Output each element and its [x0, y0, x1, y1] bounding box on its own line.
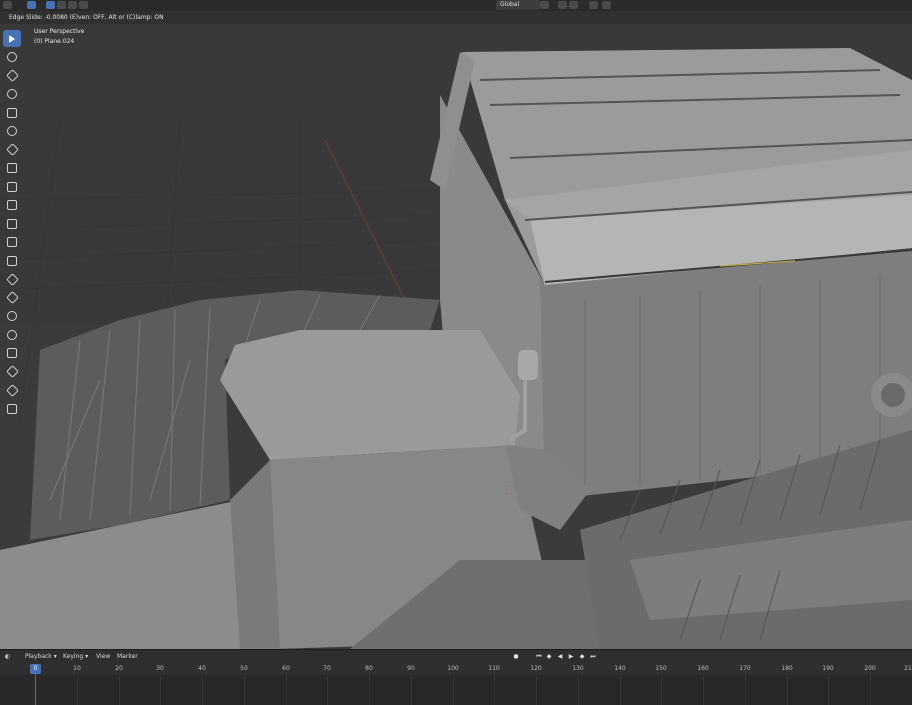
loop-cut-icon[interactable]: [3, 252, 21, 269]
grid-line: [119, 675, 120, 705]
tick-label: 60: [282, 665, 290, 672]
tick-label: 130: [572, 665, 584, 672]
move-icon[interactable]: [3, 67, 21, 84]
next-keyframe-icon[interactable]: ◆: [578, 653, 586, 661]
grid-line: [787, 675, 788, 705]
tick-label: 10: [73, 665, 81, 672]
view-menu[interactable]: View: [96, 650, 110, 664]
playback-menu[interactable]: Playback ▾: [25, 650, 57, 664]
grid-line: [661, 675, 662, 705]
cursor-icon[interactable]: [3, 49, 21, 66]
spin-icon[interactable]: [3, 308, 21, 325]
playhead-line[interactable]: [35, 674, 36, 705]
marker-menu[interactable]: Marker: [117, 650, 138, 664]
3d-viewport[interactable]: User Perspective (0) Plane.024: [0, 24, 912, 649]
grid-line: [620, 675, 621, 705]
tick-label: 110: [488, 665, 500, 672]
editor-type-icon[interactable]: [3, 1, 12, 9]
edge-select-icon[interactable]: [57, 1, 66, 9]
tick-label: 21: [904, 665, 912, 672]
tick-label: 170: [739, 665, 751, 672]
shrink-fatten-icon[interactable]: [3, 363, 21, 380]
operator-status: Edge Slide: -0.0080 (E)ven: OFF, Alt or …: [0, 11, 912, 24]
tick-label: 20: [115, 665, 123, 672]
scene-render: [0, 24, 912, 649]
tick-label: 200: [864, 665, 876, 672]
grid-line: [77, 675, 78, 705]
tick-label: 180: [781, 665, 793, 672]
knife-icon[interactable]: [3, 271, 21, 288]
current-frame-indicator[interactable]: 0: [30, 664, 41, 674]
grid-line: [828, 675, 829, 705]
prev-keyframe-icon[interactable]: ◆: [545, 653, 553, 661]
grid-line: [703, 675, 704, 705]
tick-label: 90: [407, 665, 415, 672]
grid-line: [286, 675, 287, 705]
timeline[interactable]: 10 20 30 40 50 60 70 80 90 100 110 120 1…: [0, 663, 912, 705]
tick-label: 140: [614, 665, 626, 672]
grid-line: [202, 675, 203, 705]
tick-label: 190: [822, 665, 834, 672]
tick-label: 80: [365, 665, 373, 672]
grid-line: [160, 675, 161, 705]
grid-line: [494, 675, 495, 705]
grid-line: [453, 675, 454, 705]
poly-build-icon[interactable]: [3, 289, 21, 306]
rotate-icon[interactable]: [3, 86, 21, 103]
grid-line: [870, 675, 871, 705]
timeline-editor-icon[interactable]: ◐: [5, 650, 10, 664]
tick-label: 160: [697, 665, 709, 672]
tick-label: 150: [655, 665, 667, 672]
frame-ruler[interactable]: 10 20 30 40 50 60 70 80 90 100 110 120 1…: [0, 663, 912, 675]
scale-icon[interactable]: [3, 104, 21, 121]
grid-line: [244, 675, 245, 705]
falloff-icon[interactable]: [602, 1, 611, 9]
transform-pivot-icon[interactable]: [540, 1, 549, 9]
smooth-icon[interactable]: [3, 326, 21, 343]
vertex-select-icon[interactable]: [46, 1, 55, 9]
jump-start-icon[interactable]: ⏮: [535, 653, 543, 661]
view-name: User Perspective: [34, 28, 85, 35]
tick-label: 30: [156, 665, 164, 672]
extrude-region-icon[interactable]: [3, 197, 21, 214]
face-select-icon[interactable]: [68, 1, 77, 9]
timeline-header: ◐ Playback ▾ Keying ▾ View Marker ● ⏮ ◆ …: [0, 649, 912, 664]
measure-icon[interactable]: [3, 160, 21, 177]
object-name: (0) Plane.024: [34, 38, 75, 45]
jump-end-icon[interactable]: ⏭: [589, 653, 597, 661]
orientation-dropdown[interactable]: Global: [496, 0, 540, 10]
tick-label: 40: [198, 665, 206, 672]
select-tool-icon[interactable]: [27, 1, 36, 9]
play-icon[interactable]: ▶: [567, 653, 575, 661]
inset-faces-icon[interactable]: [3, 215, 21, 232]
tick-label: 100: [447, 665, 459, 672]
tool-shelf: [3, 30, 23, 419]
tick-label: 120: [530, 665, 542, 672]
grid-line: [745, 675, 746, 705]
select-box-icon[interactable]: [3, 30, 21, 47]
add-cube-icon[interactable]: [3, 178, 21, 195]
grid-line: [327, 675, 328, 705]
snap-icon[interactable]: [558, 1, 567, 9]
bevel-icon[interactable]: [3, 234, 21, 251]
transform-icon[interactable]: [3, 123, 21, 140]
tick-label: 70: [323, 665, 331, 672]
snap-target-icon[interactable]: [569, 1, 578, 9]
tick-label: 50: [240, 665, 248, 672]
grid-line: [536, 675, 537, 705]
shear-icon[interactable]: [3, 382, 21, 399]
grid-line: [411, 675, 412, 705]
grid-line: [578, 675, 579, 705]
record-icon[interactable]: ●: [512, 653, 520, 661]
edge-slide-icon[interactable]: [3, 345, 21, 362]
grid-line: [369, 675, 370, 705]
annotate-icon[interactable]: [3, 141, 21, 158]
rip-region-icon[interactable]: [3, 400, 21, 417]
keying-menu[interactable]: Keying ▾: [63, 650, 88, 664]
xray-icon[interactable]: [79, 1, 88, 9]
proportional-edit-icon[interactable]: [589, 1, 598, 9]
play-reverse-icon[interactable]: ◀: [556, 653, 564, 661]
